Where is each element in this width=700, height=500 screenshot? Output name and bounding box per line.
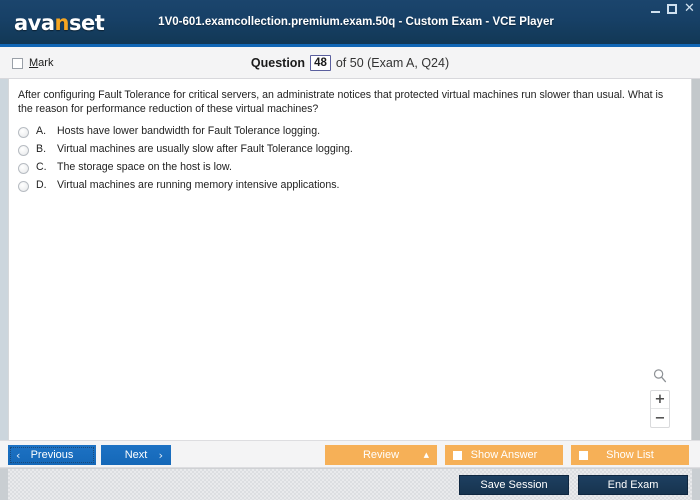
zoom-buttons: + − bbox=[650, 390, 670, 428]
chevron-right-icon: › bbox=[158, 448, 163, 462]
question-total-text: of 50 (Exam A, Q24) bbox=[335, 56, 450, 70]
question-content-pane: After configuring Fault Tolerance for cr… bbox=[0, 79, 700, 440]
answer-options-list: A. Hosts have lower bandwidth for Fault … bbox=[18, 125, 679, 197]
question-content-inner: After configuring Fault Tolerance for cr… bbox=[8, 79, 692, 440]
title-bar: avanset 1V0-601.examcollection.premium.e… bbox=[0, 0, 700, 44]
mark-label-accelerator: M bbox=[29, 57, 39, 69]
mark-question-toggle[interactable]: Mark bbox=[12, 47, 53, 79]
footer-left-edge bbox=[0, 469, 8, 500]
option-letter: B. bbox=[36, 143, 47, 155]
logo-text-part1: ava bbox=[14, 11, 55, 35]
end-exam-button[interactable]: End Exam bbox=[578, 475, 688, 495]
zoom-in-button[interactable]: + bbox=[651, 391, 669, 409]
answer-option-a[interactable]: A. Hosts have lower bandwidth for Fault … bbox=[18, 125, 679, 143]
question-counter: Question 48 of 50 (Exam A, Q24) bbox=[0, 47, 700, 79]
zoom-out-button[interactable]: − bbox=[651, 409, 669, 427]
option-text: Hosts have lower bandwidth for Fault Tol… bbox=[57, 125, 321, 137]
logo-text-accent: n bbox=[54, 11, 70, 35]
option-letter: A. bbox=[36, 125, 47, 137]
close-icon[interactable]: ✕ bbox=[684, 2, 695, 15]
option-letter: D. bbox=[36, 179, 47, 191]
answer-option-c[interactable]: C. The storage space on the host is low. bbox=[18, 161, 679, 179]
next-button[interactable]: Next › bbox=[101, 445, 171, 465]
radio-icon[interactable] bbox=[18, 181, 29, 192]
mark-label: Mark bbox=[29, 57, 53, 69]
review-button-label: Review bbox=[362, 449, 400, 461]
previous-button[interactable]: ‹ Previous bbox=[8, 445, 96, 465]
radio-icon[interactable] bbox=[18, 163, 29, 174]
question-text: After configuring Fault Tolerance for cr… bbox=[18, 89, 664, 115]
zoom-widget: + − bbox=[649, 366, 671, 428]
footer-right-edge bbox=[692, 469, 700, 500]
window-controls: ✕ bbox=[651, 2, 695, 15]
save-session-button[interactable]: Save Session bbox=[459, 475, 569, 495]
maximize-icon[interactable] bbox=[667, 3, 677, 14]
option-text: The storage space on the host is low. bbox=[57, 161, 232, 173]
previous-button-label: Previous bbox=[30, 449, 74, 461]
show-list-button[interactable]: Show List bbox=[571, 445, 689, 465]
vce-player-window: avanset 1V0-601.examcollection.premium.e… bbox=[0, 0, 700, 500]
search-icon[interactable] bbox=[650, 366, 670, 386]
mark-label-rest: ark bbox=[38, 57, 54, 69]
option-text: Virtual machines are usually slow after … bbox=[57, 143, 353, 155]
question-header-bar: Mark Question 48 of 50 (Exam A, Q24) bbox=[0, 47, 700, 79]
option-text: Virtual machines are running memory inte… bbox=[57, 179, 340, 191]
mark-checkbox[interactable] bbox=[12, 57, 23, 69]
footer-bar: Save Session End Exam bbox=[0, 468, 700, 500]
minimize-icon[interactable] bbox=[651, 5, 660, 13]
review-button[interactable]: Review ▲ bbox=[325, 445, 437, 465]
window-title: 1V0-601.examcollection.premium.exam.50q … bbox=[158, 16, 554, 28]
question-word: Question bbox=[250, 56, 306, 70]
logo-text-part2: set bbox=[68, 11, 105, 35]
question-number-input[interactable]: 48 bbox=[310, 55, 331, 71]
answer-option-b[interactable]: B. Virtual machines are usually slow aft… bbox=[18, 143, 679, 161]
show-answer-button[interactable]: Show Answer bbox=[445, 445, 563, 465]
navigation-toolbar: ‹ Previous Next › Review ▲ Show Answer S… bbox=[0, 440, 700, 468]
radio-icon[interactable] bbox=[18, 145, 29, 156]
avanset-logo: avanset bbox=[14, 11, 105, 35]
show-list-button-label: Show List bbox=[606, 449, 654, 461]
chevron-up-icon: ▲ bbox=[423, 451, 429, 459]
radio-icon[interactable] bbox=[18, 127, 29, 138]
option-letter: C. bbox=[36, 161, 47, 173]
answer-option-d[interactable]: D. Virtual machines are running memory i… bbox=[18, 179, 679, 197]
show-answer-button-label: Show Answer bbox=[470, 449, 538, 461]
